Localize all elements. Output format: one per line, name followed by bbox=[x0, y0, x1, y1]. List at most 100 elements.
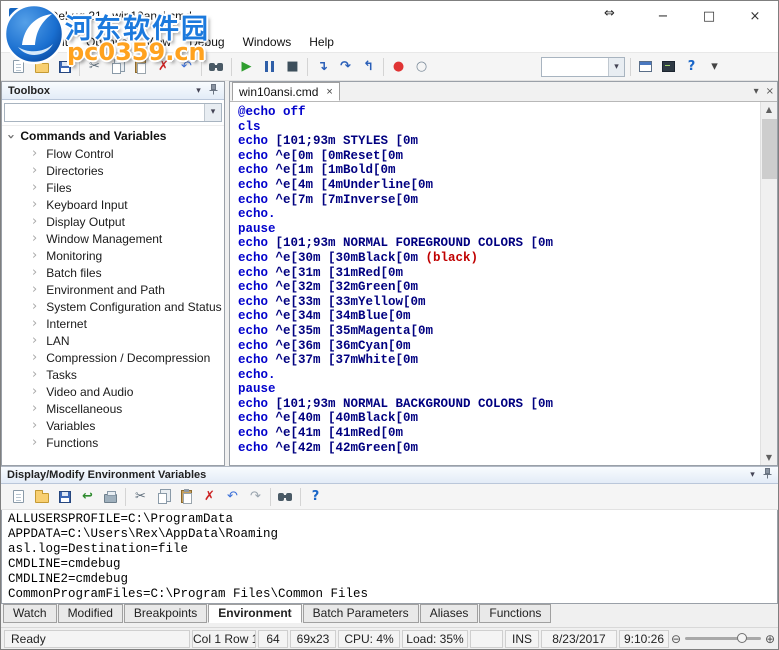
pause-icon[interactable] bbox=[258, 56, 281, 78]
tab-modified[interactable]: Modified bbox=[57, 604, 123, 623]
toolbox-item-environment-and-path[interactable]: › Environment and Path bbox=[2, 281, 224, 298]
menu-item-file[interactable]: File bbox=[1, 31, 38, 53]
form-window-icon[interactable] bbox=[634, 56, 657, 78]
toolbox-item-monitoring[interactable]: › Monitoring bbox=[2, 247, 224, 264]
toolbox-item-batch-files[interactable]: › Batch files bbox=[2, 264, 224, 281]
step-out-icon[interactable]: ↰ bbox=[357, 56, 380, 78]
cut-icon[interactable]: ✂ bbox=[83, 56, 106, 78]
stop-recording-icon[interactable]: ○ bbox=[410, 56, 433, 78]
copy-icon[interactable] bbox=[106, 56, 129, 78]
scrollbar-track[interactable] bbox=[761, 117, 777, 450]
code-area[interactable]: @echo off cls echo [101;93m STYLES [0m echo… bbox=[230, 102, 760, 465]
maximize-button[interactable]: □ bbox=[686, 1, 732, 31]
toolbox-item-keyboard-input[interactable]: › Keyboard Input bbox=[2, 196, 224, 213]
step-over-icon[interactable]: ↷ bbox=[334, 56, 357, 78]
find-icon[interactable] bbox=[274, 486, 297, 508]
console-output-icon[interactable] bbox=[657, 56, 680, 78]
toolbox-item-variables[interactable]: › Variables bbox=[2, 417, 224, 434]
toolbox-item-lan[interactable]: › LAN bbox=[2, 332, 224, 349]
close-tab-icon[interactable]: × bbox=[326, 86, 332, 98]
help-icon[interactable]: ? bbox=[304, 486, 327, 508]
zoom-out-icon[interactable]: ⊖ bbox=[671, 632, 681, 646]
toolbox-group-commands-and-variables[interactable]: › Commands and Variables bbox=[2, 127, 224, 145]
editor-scrollbar[interactable]: ▲ ▼ bbox=[760, 102, 777, 465]
code-line: echo ^e[33m [33mYellow[0m bbox=[238, 294, 426, 309]
scroll-up-icon[interactable]: ▲ bbox=[766, 102, 772, 117]
copy-icon[interactable] bbox=[152, 486, 175, 508]
toolbox-item-tasks[interactable]: › Tasks bbox=[2, 366, 224, 383]
paste-icon[interactable] bbox=[129, 56, 152, 78]
close-pane-icon[interactable]: × bbox=[766, 86, 774, 97]
zoom-slider[interactable] bbox=[685, 633, 761, 643]
menu-item-windows[interactable]: Windows bbox=[234, 31, 301, 53]
redo-icon[interactable]: ↷ bbox=[244, 486, 267, 508]
help-icon[interactable]: ? bbox=[680, 56, 703, 78]
menu-item-edit[interactable]: Edit bbox=[38, 31, 77, 53]
toolbox-item-miscellaneous[interactable]: › Miscellaneous bbox=[2, 400, 224, 417]
toolbox-item-display-output[interactable]: › Display Output bbox=[2, 213, 224, 230]
binoculars-shape bbox=[209, 63, 224, 72]
new-file-icon[interactable] bbox=[7, 56, 30, 78]
delete-icon[interactable]: ✗ bbox=[152, 56, 175, 78]
status-ready: Ready bbox=[4, 629, 190, 648]
toolbox-item-compression-decompression[interactable]: › Compression / Decompression bbox=[2, 349, 224, 366]
toolbox-item-window-management[interactable]: › Window Management bbox=[2, 230, 224, 247]
tab-breakpoints[interactable]: Breakpoints bbox=[123, 604, 208, 623]
new-file-icon[interactable] bbox=[7, 486, 30, 508]
pin-icon[interactable] bbox=[206, 83, 221, 98]
open-folder-icon[interactable] bbox=[30, 486, 53, 508]
menu-item-view[interactable]: View bbox=[136, 31, 180, 53]
menu-item-debug[interactable]: Debug bbox=[180, 31, 233, 53]
tab-functions[interactable]: Functions bbox=[479, 604, 552, 623]
undo-icon[interactable]: ↶ bbox=[175, 56, 198, 78]
find-icon[interactable] bbox=[205, 56, 228, 78]
tab-batch-parameters[interactable]: Batch Parameters bbox=[302, 604, 419, 623]
chevron-down-icon[interactable]: ▾ bbox=[608, 57, 624, 76]
record-icon[interactable]: ● bbox=[387, 56, 410, 78]
print-icon[interactable] bbox=[99, 486, 122, 508]
statusbar-cells: Ready Col 1 Row 1 64 69x23 CPU: 4% Load: 35% I… bbox=[4, 629, 671, 648]
menu-item-options[interactable]: Options bbox=[77, 31, 136, 53]
save-icon[interactable] bbox=[53, 56, 76, 78]
revert-icon[interactable]: ↩ bbox=[76, 486, 99, 508]
toolbox-item-internet[interactable]: › Internet bbox=[2, 315, 224, 332]
overflow-icon[interactable]: ▾ bbox=[703, 56, 726, 78]
pin-icon[interactable] bbox=[760, 468, 775, 482]
chevron-down-icon[interactable]: ▾ bbox=[745, 470, 760, 480]
command-combobox[interactable]: ▾ bbox=[541, 56, 625, 77]
titlebar[interactable]: CMDebug 21 - win10ansi.cmd ⇔ − □ × bbox=[1, 1, 778, 31]
toolbox-item-files[interactable]: › Files bbox=[2, 179, 224, 196]
chevron-right-icon: › bbox=[32, 146, 38, 161]
save-icon[interactable] bbox=[53, 486, 76, 508]
editor-tab-win10ansi[interactable]: win10ansi.cmd × bbox=[232, 82, 340, 101]
chevron-down-icon[interactable]: ▾ bbox=[204, 104, 221, 121]
chevron-right-icon: › bbox=[32, 384, 38, 399]
close-button[interactable]: × bbox=[732, 1, 778, 31]
paste-icon[interactable] bbox=[175, 486, 198, 508]
toolbox-item-flow-control[interactable]: › Flow Control bbox=[2, 145, 224, 162]
toolbox-item-video-and-audio[interactable]: › Video and Audio bbox=[2, 383, 224, 400]
tab-watch[interactable]: Watch bbox=[3, 604, 57, 623]
toolbox-combobox[interactable]: ▾ bbox=[4, 103, 222, 122]
step-into-icon[interactable]: ↴ bbox=[311, 56, 334, 78]
minimize-button[interactable]: − bbox=[640, 1, 686, 31]
stop-icon[interactable]: ■ bbox=[281, 56, 304, 78]
toolbox-item-directories[interactable]: › Directories bbox=[2, 162, 224, 179]
tab-environment[interactable]: Environment bbox=[208, 604, 302, 623]
env-variables-area[interactable]: ALLUSERSPROFILE=C:\ProgramData APPDATA=C:… bbox=[1, 510, 778, 604]
zoom-in-icon[interactable]: ⊕ bbox=[765, 632, 775, 646]
open-folder-icon[interactable] bbox=[30, 56, 53, 78]
chevron-down-icon[interactable]: ▾ bbox=[191, 86, 206, 96]
tab-list-chevron-icon[interactable]: ▾ bbox=[754, 86, 759, 97]
zoom-slider-thumb[interactable] bbox=[736, 633, 747, 643]
tab-aliases[interactable]: Aliases bbox=[419, 604, 479, 623]
run-icon[interactable]: ▶ bbox=[235, 56, 258, 78]
menu-item-help[interactable]: Help bbox=[300, 31, 343, 53]
scrollbar-thumb[interactable] bbox=[762, 119, 777, 179]
toolbox-item-system-configuration-and-status[interactable]: › System Configuration and Status bbox=[2, 298, 224, 315]
delete-icon[interactable]: ✗ bbox=[198, 486, 221, 508]
undo-icon[interactable]: ↶ bbox=[221, 486, 244, 508]
cut-icon[interactable]: ✂ bbox=[129, 486, 152, 508]
toolbox-item-functions[interactable]: › Functions bbox=[2, 434, 224, 451]
scroll-down-icon[interactable]: ▼ bbox=[766, 450, 772, 465]
